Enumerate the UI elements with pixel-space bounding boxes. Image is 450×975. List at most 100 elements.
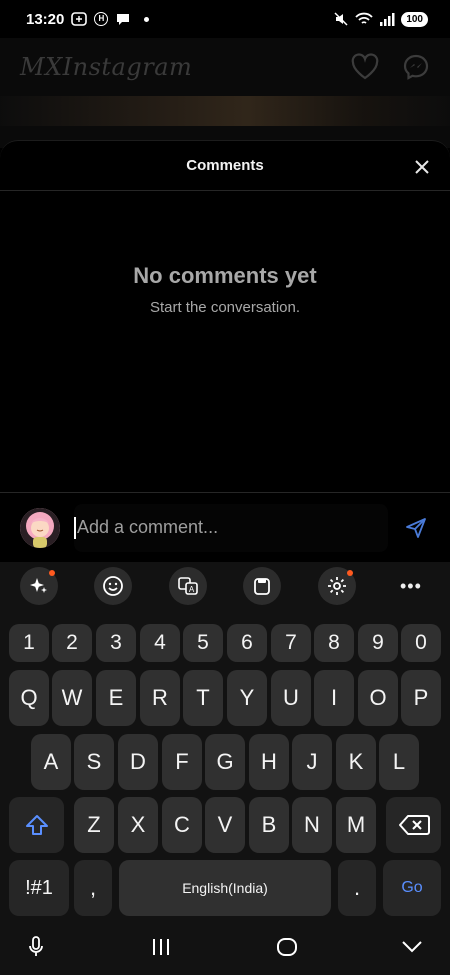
comment-input[interactable]: [77, 517, 388, 538]
key-2[interactable]: 2: [52, 624, 92, 662]
space-key[interactable]: English(India): [119, 860, 331, 916]
backspace-icon: [398, 815, 430, 835]
background-feed: MXInstagram: [0, 38, 450, 148]
clipboard-button[interactable]: [243, 567, 282, 605]
send-button[interactable]: [402, 514, 430, 542]
key-g[interactable]: G: [205, 734, 245, 790]
back-button[interactable]: [390, 925, 434, 969]
voice-input-button[interactable]: [14, 925, 58, 969]
emoji-icon: [103, 576, 124, 596]
key-r[interactable]: R: [140, 670, 180, 726]
key-m[interactable]: M: [336, 797, 376, 853]
ai-tools-button[interactable]: [20, 567, 58, 605]
sync-icon: [71, 12, 88, 26]
key-e[interactable]: E: [96, 670, 136, 726]
home-button[interactable]: [265, 925, 309, 969]
recent-apps-button[interactable]: [139, 925, 183, 969]
key-1[interactable]: 1: [9, 624, 49, 662]
symbols-key[interactable]: !#1: [9, 860, 69, 916]
text-caret: [74, 516, 76, 539]
key-a[interactable]: A: [31, 734, 71, 790]
background-header-icons: [350, 53, 430, 81]
empty-subtitle: Start the conversation.: [149, 299, 301, 316]
key-8[interactable]: 8: [314, 624, 354, 662]
status-right: 100: [333, 11, 428, 27]
key-l[interactable]: L: [379, 734, 419, 790]
key-v[interactable]: V: [205, 797, 245, 853]
comma-key[interactable]: ,: [74, 860, 112, 916]
status-bar: 13:20 H 100: [0, 0, 450, 38]
key-i[interactable]: I: [314, 670, 354, 726]
send-icon: [406, 517, 426, 538]
status-left: 13:20 H: [26, 10, 150, 28]
background-header: MXInstagram: [0, 38, 450, 96]
translate-button[interactable]: A: [168, 567, 207, 605]
microphone-icon: [29, 936, 43, 956]
key-3[interactable]: 3: [96, 624, 136, 662]
key-c[interactable]: C: [162, 797, 202, 853]
shift-key[interactable]: [9, 797, 64, 853]
chat-bubble-icon: [117, 14, 130, 25]
status-time: 13:20: [26, 10, 65, 28]
period-key[interactable]: .: [338, 860, 376, 916]
svg-text:A: A: [189, 585, 195, 594]
key-j[interactable]: J: [292, 734, 332, 790]
key-t[interactable]: T: [183, 670, 223, 726]
system-nav-bar: [0, 919, 450, 975]
key-y[interactable]: Y: [227, 670, 267, 726]
more-icon: •••: [400, 575, 422, 596]
comments-header: Comments: [0, 141, 450, 191]
notification-dot: [346, 570, 353, 576]
emoji-button[interactable]: [94, 567, 133, 605]
letter-row-1: Q W E R T Y U I O P: [0, 670, 450, 726]
letter-row-3: Z X C V B N M: [0, 797, 450, 853]
key-b[interactable]: B: [249, 797, 289, 853]
key-w[interactable]: W: [52, 670, 92, 726]
comment-composer: [0, 492, 450, 562]
notification-dot: [144, 16, 150, 22]
key-0[interactable]: 0: [401, 624, 441, 662]
empty-title: No comments yet: [133, 263, 317, 288]
key-d[interactable]: D: [118, 734, 158, 790]
bottom-row: !#1 , English(India) . Go: [0, 860, 450, 916]
home-icon: [276, 938, 297, 956]
key-z[interactable]: Z: [74, 797, 114, 853]
key-n[interactable]: N: [292, 797, 332, 853]
back-icon: [402, 941, 422, 953]
comment-input-wrapper[interactable]: [74, 503, 388, 552]
keyboard: A ••• 1 2 3 4 5 6 7 8 9 0 Q W E R T Y U …: [0, 562, 450, 975]
empty-state: No comments yet Start the conversation.: [0, 263, 450, 316]
key-u[interactable]: U: [271, 670, 311, 726]
settings-icon: [327, 577, 346, 595]
more-button[interactable]: •••: [392, 567, 430, 605]
keyboard-toolbar: A •••: [0, 562, 450, 610]
key-x[interactable]: X: [118, 797, 158, 853]
key-5[interactable]: 5: [183, 624, 223, 662]
sparkle-icon: [30, 578, 47, 593]
key-k[interactable]: K: [336, 734, 376, 790]
shift-icon: [25, 815, 48, 835]
battery-icon: 100: [401, 11, 428, 27]
close-icon[interactable]: [414, 159, 430, 175]
messenger-icon: [403, 54, 429, 80]
backspace-key[interactable]: [386, 797, 441, 853]
key-4[interactable]: 4: [140, 624, 180, 662]
app-logo: MXInstagram: [20, 53, 193, 81]
key-9[interactable]: 9: [358, 624, 398, 662]
h-badge-icon: H: [94, 12, 109, 26]
key-o[interactable]: O: [358, 670, 398, 726]
letter-row-2: A S D F G H J K L: [0, 734, 450, 790]
key-f[interactable]: F: [162, 734, 202, 790]
key-6[interactable]: 6: [227, 624, 267, 662]
key-7[interactable]: 7: [271, 624, 311, 662]
avatar: [20, 507, 60, 548]
key-q[interactable]: Q: [9, 670, 49, 726]
go-key[interactable]: Go: [383, 860, 441, 916]
translate-icon: A: [177, 577, 198, 595]
key-h[interactable]: H: [249, 734, 289, 790]
signal-icon: [380, 13, 395, 26]
key-p[interactable]: P: [401, 670, 441, 726]
key-s[interactable]: S: [74, 734, 114, 790]
keyboard-settings-button[interactable]: [317, 567, 356, 605]
notification-dot: [49, 570, 55, 576]
